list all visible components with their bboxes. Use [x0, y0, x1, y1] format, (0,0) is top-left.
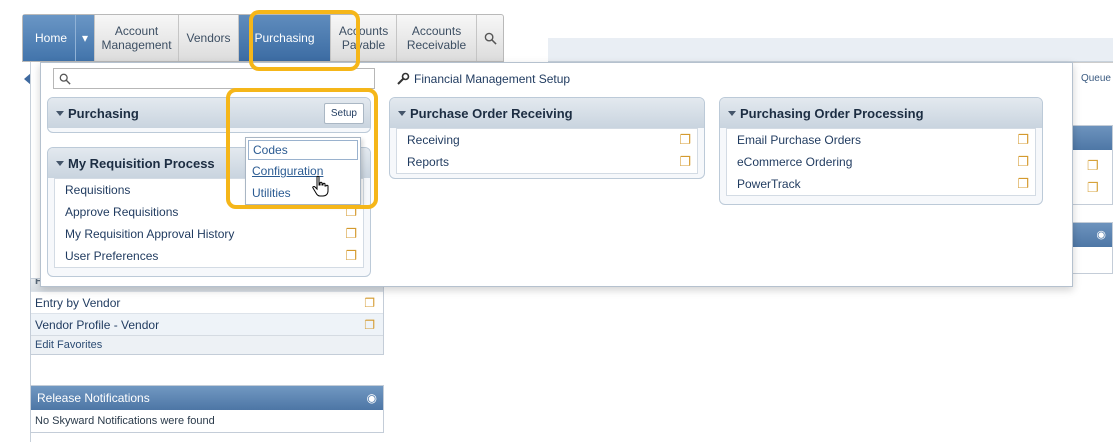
right-panel-head — [1073, 126, 1112, 150]
menu-item-label: User Preferences — [65, 249, 159, 263]
panel-title: Purchase Order Receiving — [410, 105, 573, 121]
po-receiving-panel-head[interactable]: Purchase Order Receiving — [390, 98, 704, 128]
panel-title: My Requisition Process — [68, 155, 215, 171]
purchasing-panel: Purchasing Setup — [47, 97, 371, 133]
edit-favorites-link[interactable]: Edit Favorites — [31, 335, 383, 354]
nav-home-dropdown[interactable]: ▾ — [75, 15, 96, 61]
setup-submenu: Codes Configuration Utilities — [245, 137, 361, 205]
nav-home-label: Home — [35, 31, 68, 45]
favorite-icon[interactable]: ❐ — [1017, 176, 1029, 192]
favorite-icon[interactable]: ❐ — [345, 248, 357, 264]
right-panel-head: ◉ — [1073, 223, 1112, 247]
search-icon — [484, 32, 497, 45]
panel-body: Email Purchase Orders ❐ eCommerce Orderin… — [726, 128, 1036, 196]
favorite-icon[interactable]: ❐ — [1017, 154, 1029, 170]
menu-item-reports[interactable]: Reports ❐ — [397, 151, 697, 173]
submenu-item-configuration[interactable]: Configuration — [248, 162, 358, 182]
submenu-item-codes[interactable]: Codes — [248, 140, 358, 160]
collapse-triangle-icon — [56, 110, 64, 116]
fm-setup-label: Financial Management Setup — [414, 72, 571, 86]
collapse-triangle-icon — [398, 110, 406, 116]
nav-label: Management — [101, 38, 172, 52]
nav-label: Accounts — [411, 24, 462, 38]
release-message: No Skyward Notifications were found — [35, 415, 215, 427]
nav-label: Purchasing — [254, 31, 315, 45]
po-receiving-panel: Purchase Order Receiving Receiving ❐ Repo… — [389, 97, 705, 179]
favorite-label: Vendor Profile - Vendor — [35, 317, 160, 332]
menu-item-label: PowerTrack — [737, 177, 801, 191]
menu-item-label: Receiving — [407, 133, 460, 147]
menu-item-label: My Requisition Approval History — [65, 227, 235, 241]
menu-search-input[interactable] — [53, 68, 375, 89]
favorite-icon[interactable]: ❐ — [364, 318, 375, 332]
po-processing-panel-head[interactable]: Purchasing Order Processing — [720, 98, 1042, 128]
top-nav: Home ▾ Account Management Vendors Purchas… — [22, 14, 505, 62]
favorite-icon[interactable]: ❐ — [679, 154, 691, 170]
financial-management-setup-link[interactable]: Financial Management Setup — [396, 72, 570, 86]
nav-label: Receivable — [406, 38, 467, 52]
favorite-icon[interactable]: ❐ — [345, 204, 357, 220]
panel-title: Purchasing Order Processing — [740, 105, 924, 121]
submenu-item-utilities[interactable]: Utilities — [248, 184, 358, 204]
favorites-panel: Financial Management Entry by Vendor ❐ V… — [30, 278, 384, 355]
menu-item-powertrack[interactable]: PowerTrack ❐ — [727, 173, 1035, 195]
nav-label: Account — [114, 24, 159, 38]
menu-item-label: Reports — [407, 155, 450, 169]
collapse-triangle-icon — [728, 110, 736, 116]
po-processing-panel: Purchasing Order Processing Email Purcha… — [719, 97, 1043, 205]
setup-button[interactable]: Setup — [323, 102, 364, 124]
menu-item-email-purchase-orders[interactable]: Email Purchase Orders ❐ — [727, 129, 1035, 151]
favorite-label: Entry by Vendor — [35, 295, 121, 310]
nav-label: Payable — [341, 38, 386, 52]
menu-item-label: Approve Requisitions — [65, 205, 179, 219]
nav-accounts-receivable[interactable]: Accounts Receivable — [397, 15, 478, 61]
favorite-icon[interactable]: ❐ — [364, 296, 375, 310]
top-strip — [548, 38, 1113, 62]
menu-item-label: eCommerce Ordering — [737, 155, 853, 169]
nav-search-button[interactable] — [477, 15, 503, 61]
nav-label: Accounts — [338, 24, 389, 38]
favorite-icon[interactable]: ❐ — [679, 132, 691, 148]
nav-accounts-payable[interactable]: Accounts Payable — [331, 15, 398, 61]
queue-label: Queue — [1080, 73, 1111, 84]
favorite-icon[interactable]: ❐ — [1017, 132, 1029, 148]
wrench-icon — [397, 72, 410, 85]
panel-body: Receiving ❐ Reports ❐ — [396, 128, 698, 174]
favorite-icon[interactable]: ❐ — [1087, 158, 1099, 174]
nav-home[interactable]: Home — [23, 15, 76, 61]
menu-item-label: Requisitions — [65, 183, 131, 197]
menu-item-label: Email Purchase Orders — [737, 133, 862, 147]
release-notifications-panel: Release Notifications ◉ No Skyward Notif… — [30, 385, 384, 433]
panel-title: Purchasing — [68, 105, 139, 121]
nav-purchasing[interactable]: Purchasing — [239, 15, 332, 61]
caret-down-icon: ▾ — [82, 31, 89, 45]
favorite-item[interactable]: Entry by Vendor ❐ — [31, 291, 383, 313]
collapse-icon[interactable]: ◉ — [1096, 228, 1106, 241]
hand-cursor-icon — [312, 175, 329, 197]
nav-vendors[interactable]: Vendors — [179, 15, 240, 61]
menu-item-approval-history[interactable]: My Requisition Approval History ❐ — [55, 223, 363, 245]
search-icon — [59, 73, 71, 85]
right-panel-stub-2: ◉ — [1072, 222, 1113, 274]
release-title: Release Notifications — [37, 391, 150, 405]
menu-item-receiving[interactable]: Receiving ❐ — [397, 129, 697, 151]
purchasing-panel-head[interactable]: Purchasing Setup — [48, 98, 370, 128]
favorite-icon[interactable]: ❐ — [345, 226, 357, 242]
purchasing-dropdown: Financial Management Setup Purchasing Se… — [40, 62, 1073, 287]
collapse-triangle-icon — [56, 160, 64, 166]
nav-label: Vendors — [186, 31, 231, 45]
collapse-icon[interactable]: ◉ — [367, 391, 377, 405]
menu-item-ecommerce-ordering[interactable]: eCommerce Ordering ❐ — [727, 151, 1035, 173]
right-panel-stub: ❐ ❐ — [1072, 125, 1113, 205]
release-header: Release Notifications ◉ — [31, 386, 383, 410]
favorite-icon[interactable]: ❐ — [1087, 180, 1099, 196]
favorite-item[interactable]: Vendor Profile - Vendor ❐ — [31, 313, 383, 335]
queue-tab[interactable]: Queue — [1072, 62, 1113, 94]
menu-item-user-preferences[interactable]: User Preferences ❐ — [55, 245, 363, 267]
nav-account-management[interactable]: Account Management — [95, 15, 180, 61]
